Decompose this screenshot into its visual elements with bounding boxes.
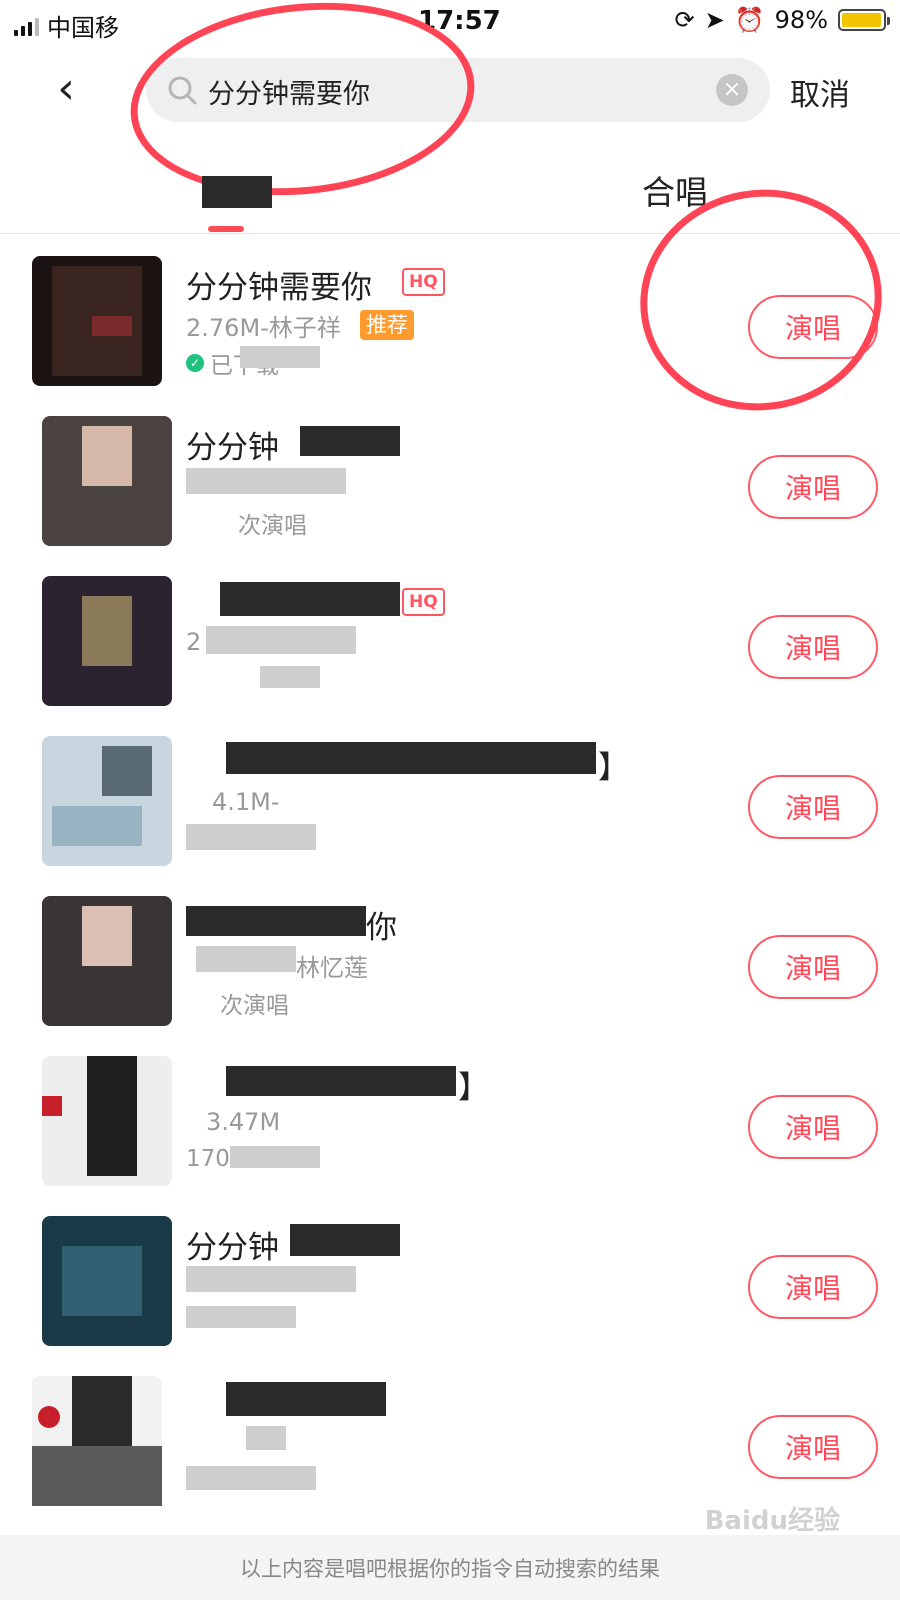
privacy-mask [290, 1224, 400, 1256]
privacy-mask [240, 346, 320, 368]
song-title: 】 [598, 750, 629, 786]
privacy-mask [196, 946, 296, 972]
close-icon: × [722, 77, 742, 102]
carrier-name: 中国移 [47, 14, 119, 42]
album-cover [42, 736, 172, 866]
privacy-mask [246, 1426, 286, 1450]
search-input[interactable]: 分分钟需要你 × [146, 58, 770, 122]
album-cover [32, 1376, 162, 1506]
privacy-mask [186, 1466, 316, 1490]
privacy-mask [32, 1446, 162, 1506]
song-title: 分分钟需要你 [186, 270, 372, 306]
album-cover [42, 1216, 172, 1346]
privacy-mask [260, 666, 320, 688]
clear-search-button[interactable]: × [716, 74, 748, 106]
album-cover [42, 576, 172, 706]
song-size-artist: 4.1M- [212, 788, 280, 816]
song-title: 分分钟 [186, 1230, 279, 1266]
privacy-mask [226, 1382, 386, 1416]
hq-badge: HQ [402, 588, 445, 616]
status-bar: 中国移 17:57 ⟳ ➤ ⏰ 98% [0, 0, 900, 44]
cancel-button[interactable]: 取消 [790, 70, 850, 114]
privacy-mask [62, 1246, 142, 1316]
privacy-mask [102, 746, 152, 796]
privacy-mask [82, 426, 132, 486]
song-title: 】 [458, 1070, 489, 1106]
play-count: 次演唱 [220, 993, 289, 1019]
play-count: 170 [186, 1146, 230, 1172]
list-item[interactable]: 分分钟 演唱 [0, 1210, 900, 1373]
privacy-mask [38, 1406, 60, 1428]
privacy-mask [82, 906, 132, 966]
song-size-artist: 3.47M [206, 1108, 281, 1136]
privacy-mask [186, 906, 366, 936]
sing-button[interactable]: 演唱 [748, 775, 878, 839]
status-time: 17:57 [418, 6, 501, 36]
footer-text: 以上内容是唱吧根据你的指令自动搜索的结果 [240, 1557, 660, 1581]
tab-chorus[interactable]: 合唱 [642, 166, 708, 214]
rotation-lock-icon: ⟳ [674, 6, 695, 34]
check-circle-icon: ✓ [186, 354, 204, 372]
song-size-artist: 2.76M-林子祥 [186, 314, 341, 342]
privacy-mask [92, 316, 132, 336]
privacy-mask [202, 176, 272, 208]
alarm-icon: ⏰ [734, 6, 765, 34]
battery-fill [842, 13, 882, 27]
sing-button[interactable]: 演唱 [748, 1095, 878, 1159]
back-button[interactable]: ‹ [40, 62, 92, 114]
privacy-mask [226, 742, 596, 774]
recommend-badge: 推荐 [360, 310, 414, 340]
privacy-mask [87, 1056, 137, 1176]
sing-button[interactable]: 演唱 [748, 295, 878, 359]
privacy-mask [230, 1146, 320, 1168]
privacy-mask [72, 1376, 132, 1446]
privacy-mask [206, 626, 356, 654]
privacy-mask [226, 1066, 456, 1096]
song-size-artist: 2 [186, 628, 202, 656]
song-title: 分分钟 [186, 430, 279, 466]
list-item[interactable]: 你 林忆莲 次演唱 演唱 [0, 890, 900, 1053]
album-cover [32, 256, 162, 386]
privacy-mask [52, 806, 142, 846]
battery-icon [838, 9, 890, 31]
list-item[interactable]: 】 3.47M 170 演唱 [0, 1050, 900, 1213]
privacy-mask [186, 1306, 296, 1328]
hq-badge: HQ [402, 268, 445, 296]
play-count: 次演唱 [238, 513, 307, 539]
search-icon [168, 76, 197, 105]
sing-button[interactable]: 演唱 [748, 455, 878, 519]
battery-percent: 98% [774, 6, 828, 34]
location-icon: ➤ [704, 6, 725, 34]
sing-button[interactable]: 演唱 [748, 935, 878, 999]
song-size-artist: 林忆莲 [296, 954, 368, 982]
sing-button[interactable]: 演唱 [748, 1415, 878, 1479]
sing-button[interactable]: 演唱 [748, 615, 878, 679]
song-title: 你 [366, 910, 397, 946]
footer-bar: 以上内容是唱吧根据你的指令自动搜索的结果 [0, 1535, 900, 1600]
album-cover [42, 896, 172, 1026]
tab-active-indicator [208, 226, 244, 232]
search-value: 分分钟需要你 [208, 79, 370, 110]
privacy-mask [42, 1096, 62, 1116]
status-right: ⟳ ➤ ⏰ 98% [674, 6, 890, 34]
list-item[interactable]: 分分钟 次演唱 演唱 [0, 410, 900, 573]
privacy-mask [220, 582, 400, 616]
signal-icon [14, 16, 39, 36]
sing-button[interactable]: 演唱 [748, 1255, 878, 1319]
privacy-mask [186, 1266, 356, 1292]
list-item[interactable]: 】 4.1M- 演唱 [0, 730, 900, 893]
list-item[interactable]: HQ 2 演唱 [0, 570, 900, 733]
album-cover [42, 1056, 172, 1186]
chevron-left-icon: ‹ [57, 62, 75, 114]
privacy-mask [186, 468, 346, 494]
list-item[interactable]: 分分钟需要你 HQ 2.76M-林子祥 推荐 ✓ 已下载 演唱 [0, 250, 900, 413]
album-cover [42, 416, 172, 546]
privacy-mask [186, 824, 316, 850]
privacy-mask [82, 596, 132, 666]
privacy-mask [300, 426, 400, 456]
tab-divider [0, 233, 900, 234]
watermark-logo: Baidu经验 [704, 1506, 840, 1536]
status-left: 中国移 [14, 8, 119, 43]
